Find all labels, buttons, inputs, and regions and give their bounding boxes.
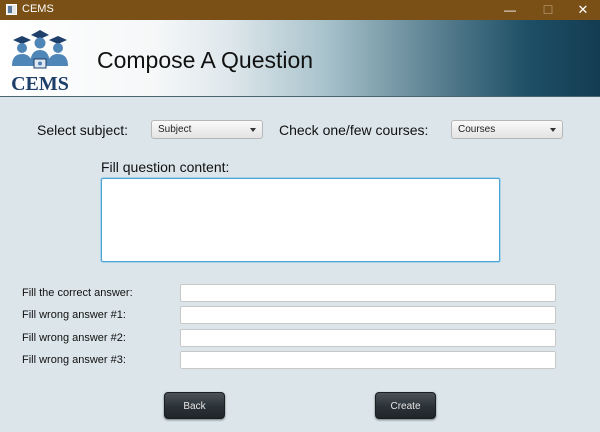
correct-answer-label: Fill the correct answer: [22,287,133,299]
minimize-button[interactable]: — [495,0,525,20]
page-title: Compose A Question [97,47,314,73]
header-banner: CEMS Compose A Question [0,20,600,97]
app-icon [6,4,17,15]
wrong-answer-2-label: Fill wrong answer #2: [22,332,126,344]
wrong-answer-1-label: Fill wrong answer #1: [22,309,126,321]
maximize-button[interactable]: ☐ [533,0,563,20]
subject-label: Select subject: [37,122,129,138]
window-title: CEMS [22,3,54,15]
subject-dropdown-value: Subject [158,124,192,135]
back-button[interactable]: Back [164,392,225,419]
courses-dropdown-value: Courses [458,124,496,135]
courses-label: Check one/few courses: [279,122,429,138]
correct-answer-field[interactable] [180,284,556,302]
wrong-answer-3-field[interactable] [180,351,556,369]
wrong-answer-3-label: Fill wrong answer #3: [22,354,126,366]
chevron-down-icon [250,128,256,132]
courses-dropdown[interactable]: Courses [451,120,563,139]
subject-dropdown[interactable]: Subject [151,120,263,139]
close-button[interactable]: ✕ [568,0,598,20]
wrong-answer-2-field[interactable] [180,329,556,347]
create-button[interactable]: Create [375,392,436,419]
content-label: Fill question content: [101,159,230,175]
question-content-textarea[interactable] [101,178,500,262]
logo-text: CEMS [11,73,69,94]
chevron-down-icon [550,128,556,132]
wrong-answer-1-field[interactable] [180,306,556,324]
cems-logo: CEMS [11,30,69,94]
window-titlebar: CEMS — ☐ ✕ [0,0,600,20]
